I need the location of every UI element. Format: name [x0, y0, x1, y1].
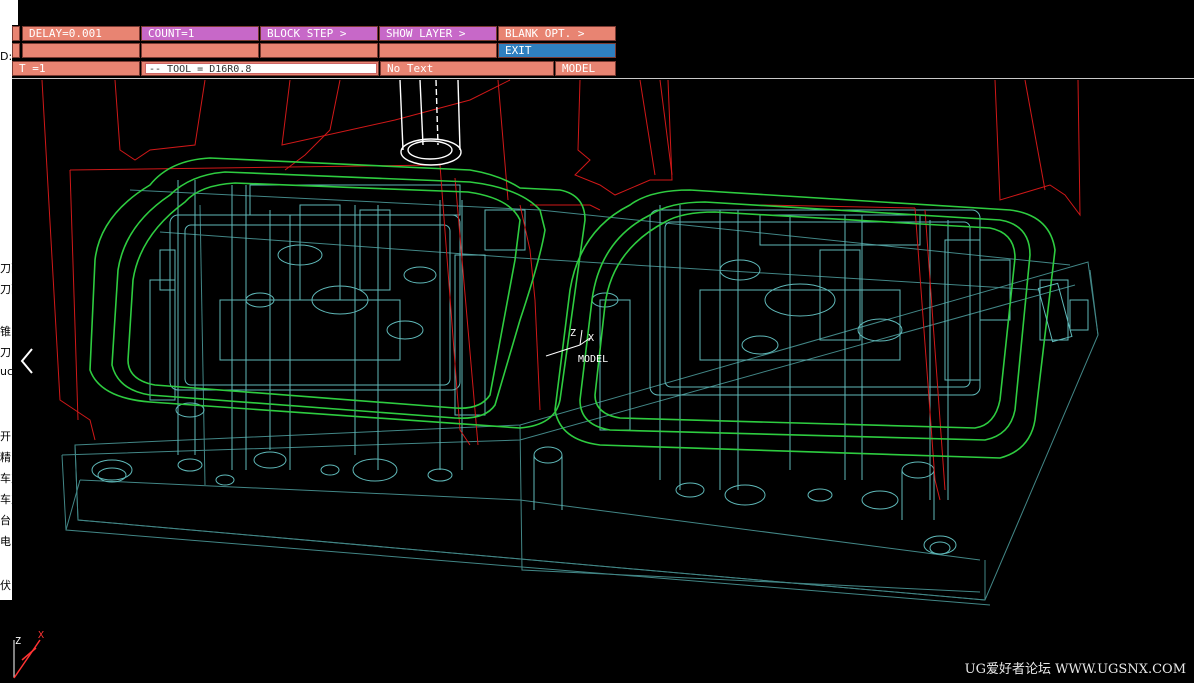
text-field: No Text — [380, 61, 554, 76]
exit-button[interactable]: EXIT — [498, 43, 616, 58]
mode-field[interactable]: MODEL — [555, 61, 616, 76]
empty-slot — [141, 43, 259, 58]
left-panel-item[interactable]: uc — [0, 365, 12, 378]
count-button[interactable]: COUNT=1 — [141, 26, 259, 41]
left-panel-item: D:) — [0, 50, 12, 63]
empty-slot — [22, 43, 140, 58]
left-panel-item[interactable]: 台 — [0, 512, 12, 528]
boundary-wireframe — [41, 79, 1081, 501]
triad-z-label: Z — [570, 328, 576, 339]
blank-opt-button[interactable]: BLANK OPT. > — [498, 26, 616, 41]
toolpath-green — [89, 157, 1056, 459]
model-label: MODEL — [578, 354, 608, 365]
tool-cylinder — [399, 79, 462, 166]
current-tool-field[interactable]: -- TOOL = D16R0.8 — [145, 63, 377, 75]
left-panel-item[interactable]: 精 — [0, 449, 12, 465]
delay-button[interactable]: DELAY=0.001 — [22, 26, 140, 41]
left-panel-item[interactable]: 电 — [0, 533, 12, 549]
toolbar-divider — [12, 78, 1194, 79]
left-panel-item[interactable]: 刀 — [0, 344, 12, 360]
left-panel-item[interactable]: 开 — [0, 428, 12, 444]
part-engraving — [1037, 282, 1073, 343]
tool-count-field: T =1 — [12, 61, 140, 76]
graphics-viewport[interactable]: Z X MODEL Z X — [0, 0, 1194, 683]
block-step-button[interactable]: BLOCK STEP > — [260, 26, 378, 41]
corner-x-label: X — [38, 630, 44, 641]
left-panel-item[interactable]: 刀削 — [0, 260, 12, 276]
left-panel-item[interactable]: 车刀 — [0, 491, 12, 507]
corner-z-label: Z — [15, 636, 21, 647]
left-panel-item[interactable]: 车刀 — [0, 470, 12, 486]
empty-slot — [379, 43, 497, 58]
empty-slot — [260, 43, 378, 58]
left-panel-item[interactable]: 伏 — [0, 577, 12, 593]
left-side-panel: D:) 刀削 刀削 锥 刀 uc 开 精 车刀 车刀 台 电 伏 — [0, 0, 12, 600]
show-layer-button[interactable]: SHOW LAYER > — [379, 26, 497, 41]
chevron-left-icon[interactable] — [18, 346, 38, 376]
triad-x-label: X — [588, 333, 594, 344]
cl-animation-toolbar: DELAY=0.001 COUNT=1 BLOCK STEP > SHOW LA… — [12, 26, 616, 78]
left-panel-item[interactable]: 刀削 — [0, 281, 12, 297]
tool-field-wrap: -- TOOL = D16R0.8 — [141, 61, 379, 76]
left-panel-item[interactable]: 锥 — [0, 323, 12, 339]
forum-watermark: UG爱好者论坛 WWW.UGSNX.COM — [964, 662, 1186, 677]
